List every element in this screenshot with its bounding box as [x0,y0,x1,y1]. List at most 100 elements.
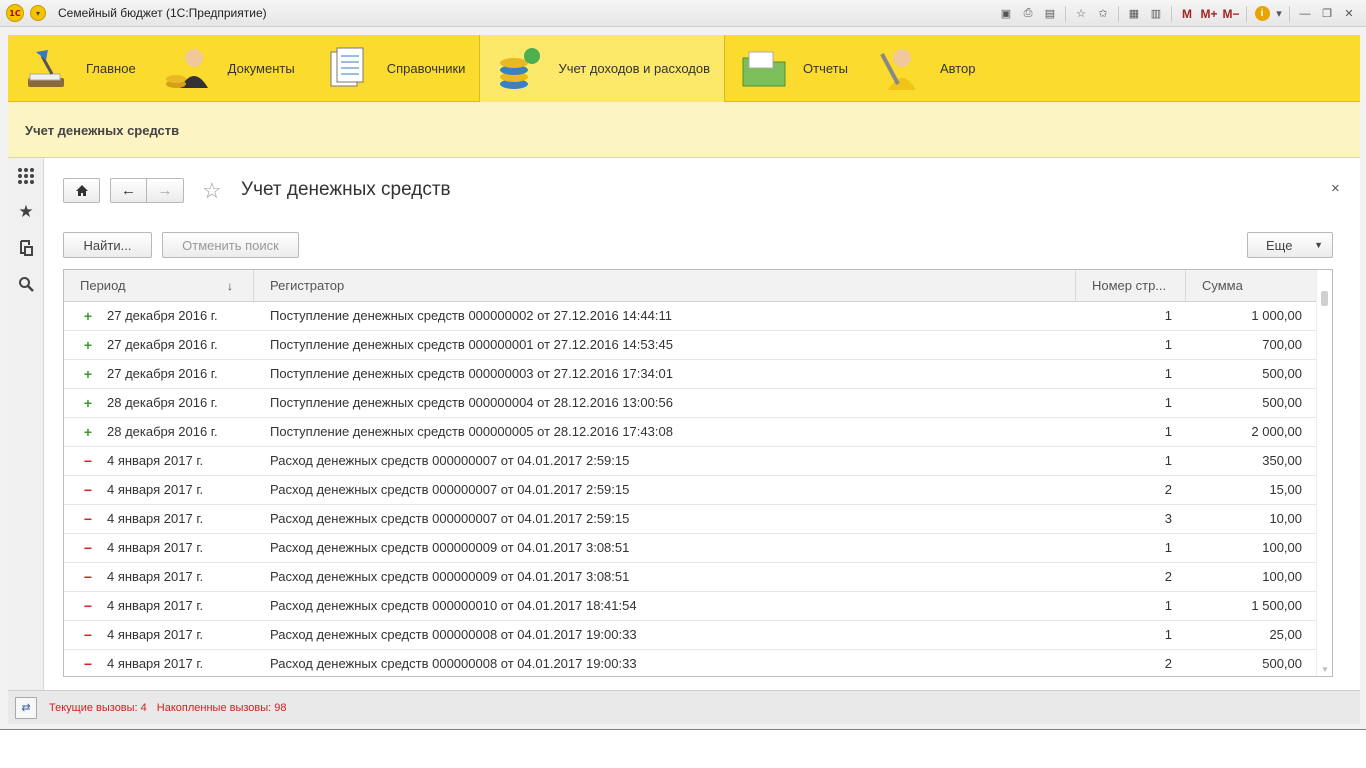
home-button[interactable] [63,178,100,203]
period-value: 4 января 2017 г. [107,453,204,468]
table-row[interactable]: +27 декабря 2016 г. Поступление денежных … [64,302,1332,331]
table-body: +27 декабря 2016 г. Поступление денежных … [64,302,1332,676]
memory-plus-button[interactable]: M+ [1198,4,1220,24]
memory-minus-button[interactable]: M− [1220,4,1242,24]
toolbar-divider [1171,5,1172,22]
income-plus-icon: + [83,424,93,440]
history-icon[interactable] [8,230,44,266]
section-item[interactable]: Документы [150,35,309,102]
column-sum[interactable]: Сумма [1186,270,1316,302]
main-menu-button[interactable]: ▾ [30,5,46,21]
app-logo-icon[interactable]: 1С [6,4,24,22]
add-to-favorites-icon[interactable]: ☆ [202,178,222,204]
favorites-star-icon[interactable]: ★ [8,194,44,230]
person-coins-icon [164,44,214,94]
save-icon[interactable]: ▣ [995,4,1017,24]
table-row[interactable]: −4 января 2017 г. Расход денежных средств… [64,505,1332,534]
section-header: Учет денежных средств [8,102,1360,158]
cancel-search-button[interactable]: Отменить поиск [162,232,299,258]
find-button[interactable]: Найти... [63,232,152,258]
favorites-add-icon[interactable]: ☆ [1070,4,1092,24]
period-value: 4 января 2017 г. [107,540,204,555]
arrow-left-icon: ← [121,182,136,199]
cell-period: +28 декабря 2016 г. [64,418,254,446]
cell-line-number: 2 [1164,656,1172,671]
calendar-icon[interactable]: ▥ [1145,4,1167,24]
table-row[interactable]: +27 декабря 2016 г. Поступление денежных … [64,360,1332,389]
restore-icon[interactable]: ❐ [1316,4,1338,24]
scroll-down-icon[interactable]: ▼ [1321,665,1329,674]
table-row[interactable]: +28 декабря 2016 г. Поступление денежных … [64,389,1332,418]
table-row[interactable]: −4 января 2017 г. Расход денежных средств… [64,650,1332,676]
table-scrollbar[interactable]: ▼ [1316,270,1332,676]
desk-lamp-icon [22,44,72,94]
expense-minus-icon: − [83,656,93,672]
cell-sum: 2 000,00 [1251,424,1302,439]
forward-button[interactable]: → [146,178,184,203]
dropdown-arrow-icon: ▼ [1314,240,1323,250]
minimize-icon[interactable]: — [1294,4,1316,24]
table-row[interactable]: −4 января 2017 г. Расход денежных средств… [64,447,1332,476]
close-form-icon[interactable]: × [1331,180,1340,197]
search-icon[interactable] [8,266,44,302]
column-registrator[interactable]: Регистратор [254,270,1076,302]
table-row[interactable]: −4 января 2017 г. Расход денежных средств… [64,476,1332,505]
more-button[interactable]: Еще ▼ [1247,232,1333,258]
table-row[interactable]: +27 декабря 2016 г. Поступление денежных … [64,331,1332,360]
column-line-number[interactable]: Номер стр... [1076,270,1186,302]
table-row[interactable]: −4 января 2017 г. Расход денежных средств… [64,592,1332,621]
expense-minus-icon: − [83,540,93,556]
titlebar-tools: ▣ ⎙ ▤ ☆ ✩ ▦ ▥ M M+ M− i ▾ — ❐ ✕ [995,0,1366,27]
back-button[interactable]: ← [110,178,147,203]
section-label: Автор [939,61,976,76]
toolbar-divider [1065,5,1066,22]
period-value: 4 января 2017 г. [107,511,204,526]
grid-menu-icon[interactable] [8,158,44,194]
income-plus-icon: + [83,308,93,324]
calculator-icon[interactable]: ▦ [1123,4,1145,24]
close-window-icon[interactable]: ✕ [1338,4,1360,24]
column-period[interactable]: Период ↓ [64,270,254,302]
current-calls-text: Текущие вызовы: 4 [49,701,147,714]
sections-panel: Главное Документы Справочники Учет доходов … [8,35,1360,102]
period-value: 4 января 2017 г. [107,598,204,613]
income-plus-icon: + [83,366,93,382]
table-row[interactable]: +28 декабря 2016 г. Поступление денежных … [64,418,1332,447]
favorites-icon[interactable]: ✩ [1092,4,1114,24]
section-item[interactable]: Отчеты [725,35,862,102]
section-label: Справочники [386,61,466,76]
section-item[interactable]: Главное [8,35,150,102]
table-row[interactable]: −4 января 2017 г. Расход денежных средств… [64,621,1332,650]
status-bar: ⇄ Текущие вызовы: 4 Накопленные вызовы: … [8,690,1360,724]
cell-registrator: Расход денежных средств 000000008 от 04.… [270,627,637,642]
cell-registrator: Расход денежных средств 000000009 от 04.… [270,569,630,584]
section-item[interactable]: Автор [862,35,990,102]
performance-icon[interactable]: ⇄ [15,696,37,719]
info-icon[interactable]: i [1251,4,1273,24]
section-item[interactable]: Справочники [309,35,480,102]
cell-period: +28 декабря 2016 г. [64,389,254,417]
table-row[interactable]: −4 января 2017 г. Расход денежных средств… [64,563,1332,592]
preview-icon[interactable]: ▤ [1039,4,1061,24]
memory-button[interactable]: M [1176,4,1198,24]
section-item[interactable]: Учет доходов и расходов [479,35,726,102]
accumulated-calls-text: Накопленные вызовы: 98 [156,701,287,714]
cell-period: −4 января 2017 г. [64,476,254,504]
print-icon[interactable]: ⎙ [1017,4,1039,24]
section-commands-title[interactable]: Учет денежных средств [25,123,179,138]
period-value: 28 декабря 2016 г. [107,395,218,410]
cell-line-number: 1 [1164,337,1172,352]
info-menu-icon[interactable]: ▾ [1273,4,1285,24]
table-row[interactable]: −4 января 2017 г. Расход денежных средств… [64,534,1332,563]
column-period-label: Период [80,278,126,293]
scrollbar-thumb[interactable] [1321,291,1328,306]
cell-sum: 350,00 [1262,453,1302,468]
cell-period: −4 января 2017 г. [64,563,254,591]
window-title: Семейный бюджет (1С:Предприятие) [58,6,267,20]
info-glyph: i [1254,6,1270,21]
section-label: Учет доходов и расходов [558,61,711,76]
expense-minus-icon: − [83,598,93,614]
cell-line-number: 2 [1164,482,1172,497]
cell-sum: 500,00 [1262,366,1302,381]
cell-sum: 500,00 [1262,656,1302,671]
